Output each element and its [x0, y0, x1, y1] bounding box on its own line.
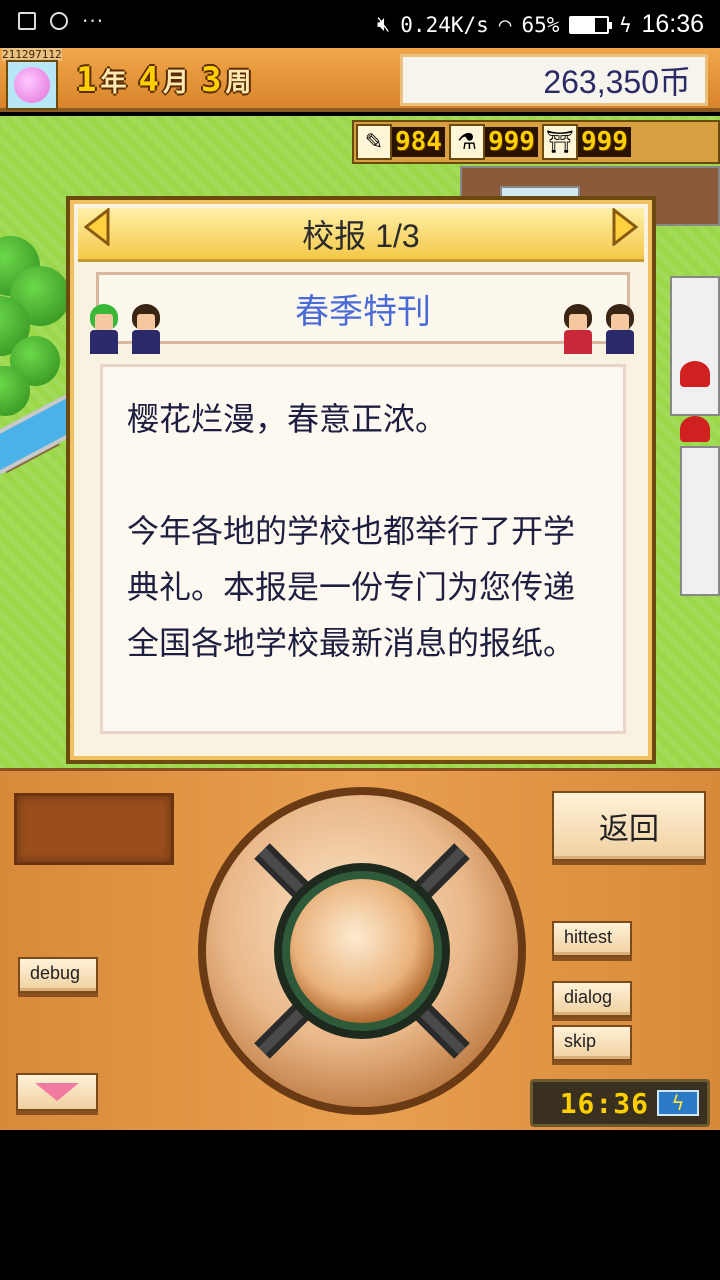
dialog-subtitle: 春季特刊 — [295, 292, 431, 331]
date-year-unit: 年 — [100, 68, 127, 98]
resource-value: 984 — [392, 127, 445, 157]
dialog-button[interactable]: dialog — [552, 981, 632, 1017]
student-sprite — [126, 304, 166, 356]
resource-value: 999 — [577, 127, 631, 157]
battery-icon — [569, 15, 613, 34]
chat-icon — [50, 12, 68, 30]
more-icon: ··· — [82, 9, 105, 33]
school-avatar[interactable] — [6, 60, 58, 110]
status-left-icons: ··· — [18, 9, 105, 33]
resource-flask: ⚗ 999 — [448, 124, 538, 160]
status-right: 🔇︎ 0.24K/s ◠ 65% ϟ 16:36 — [377, 10, 704, 39]
arrow-left-icon — [83, 206, 110, 248]
student-sprite — [84, 304, 124, 356]
article-paragraph: 今年各地的学校也都举行了开学典礼。本报是一份专门为您传递全国各地学校最新消息的报… — [127, 512, 576, 662]
resource-bell: ⛩ 999 — [541, 124, 631, 160]
mute-icon: 🔇︎ — [377, 12, 391, 36]
date-week: 3 — [201, 60, 222, 100]
bell-icon: ⛩ — [541, 124, 578, 160]
dialog-header: 校报 1/3 — [78, 208, 644, 262]
hittest-button[interactable]: hittest — [552, 921, 632, 957]
student-sprite — [600, 304, 640, 356]
skip-button[interactable]: skip — [552, 1025, 632, 1061]
game-top-bar: 211297112 1 年 4 月 3 周 263,350币 — [0, 48, 720, 112]
game-date: 1 年 4 月 3 周 — [76, 60, 260, 100]
network-speed: 0.24K/s — [400, 12, 489, 37]
cherry-tree-icon — [14, 67, 50, 103]
article-body: 樱花烂漫，春意正浓。 今年各地的学校也都举行了开学典礼。本报是一份专门为您传递全… — [100, 364, 626, 734]
wifi-icon: ◠ — [498, 12, 512, 37]
battery-charging-icon: ϟ — [657, 1090, 699, 1116]
back-button[interactable]: 返回 — [552, 791, 706, 861]
next-page-button[interactable] — [612, 206, 639, 248]
charging-icon: ϟ — [619, 12, 632, 37]
info-screen — [14, 793, 174, 865]
characters-left — [84, 304, 166, 356]
article-paragraph: 樱花烂漫，春意正浓。 — [127, 400, 448, 438]
pencil-icon: ✎ — [356, 124, 392, 160]
triangle-down-icon — [35, 1083, 79, 1101]
flask-icon: ⚗ — [448, 124, 485, 160]
money-display: 263,350币 — [400, 54, 708, 106]
scroll-down-button[interactable] — [16, 1073, 98, 1111]
game-clock: 16:36 ϟ — [530, 1079, 710, 1127]
control-panel: 返回 hittest debug dialog skip 16:36 ϟ — [0, 768, 720, 1130]
status-bar: ··· 🔇︎ 0.24K/s ◠ 65% ϟ 16:36 — [0, 0, 720, 48]
clock-time: 16:36 — [559, 1086, 649, 1120]
battery-percent: 65% — [521, 12, 560, 37]
debug-button[interactable]: debug — [18, 957, 98, 993]
date-year: 1 — [76, 60, 97, 100]
characters-right — [558, 304, 640, 356]
newspaper-dialog: 校报 1/3 春季特刊 樱花烂漫，春意正浓。 今年各地的学校也都举行了开学典礼。… — [66, 196, 656, 764]
date-month: 4 — [138, 60, 159, 100]
status-time: 16:36 — [641, 10, 704, 38]
resource-pencil: ✎ 984 — [356, 124, 445, 160]
dialog-title: 校报 1/3 — [302, 217, 420, 254]
date-week-unit: 周 — [225, 68, 252, 98]
dpad-control[interactable] — [196, 785, 528, 1117]
date-month-unit: 月 — [162, 68, 189, 98]
bottom-area — [0, 1130, 720, 1280]
student-sprite — [558, 304, 598, 356]
image-icon — [18, 12, 36, 30]
arrow-right-icon — [612, 206, 639, 248]
resource-bar: ✎ 984 ⚗ 999 ⛩ 999 — [352, 120, 720, 164]
resource-value: 999 — [484, 127, 538, 157]
subtitle-banner: 春季特刊 — [96, 272, 630, 344]
prev-page-button[interactable] — [83, 206, 110, 248]
